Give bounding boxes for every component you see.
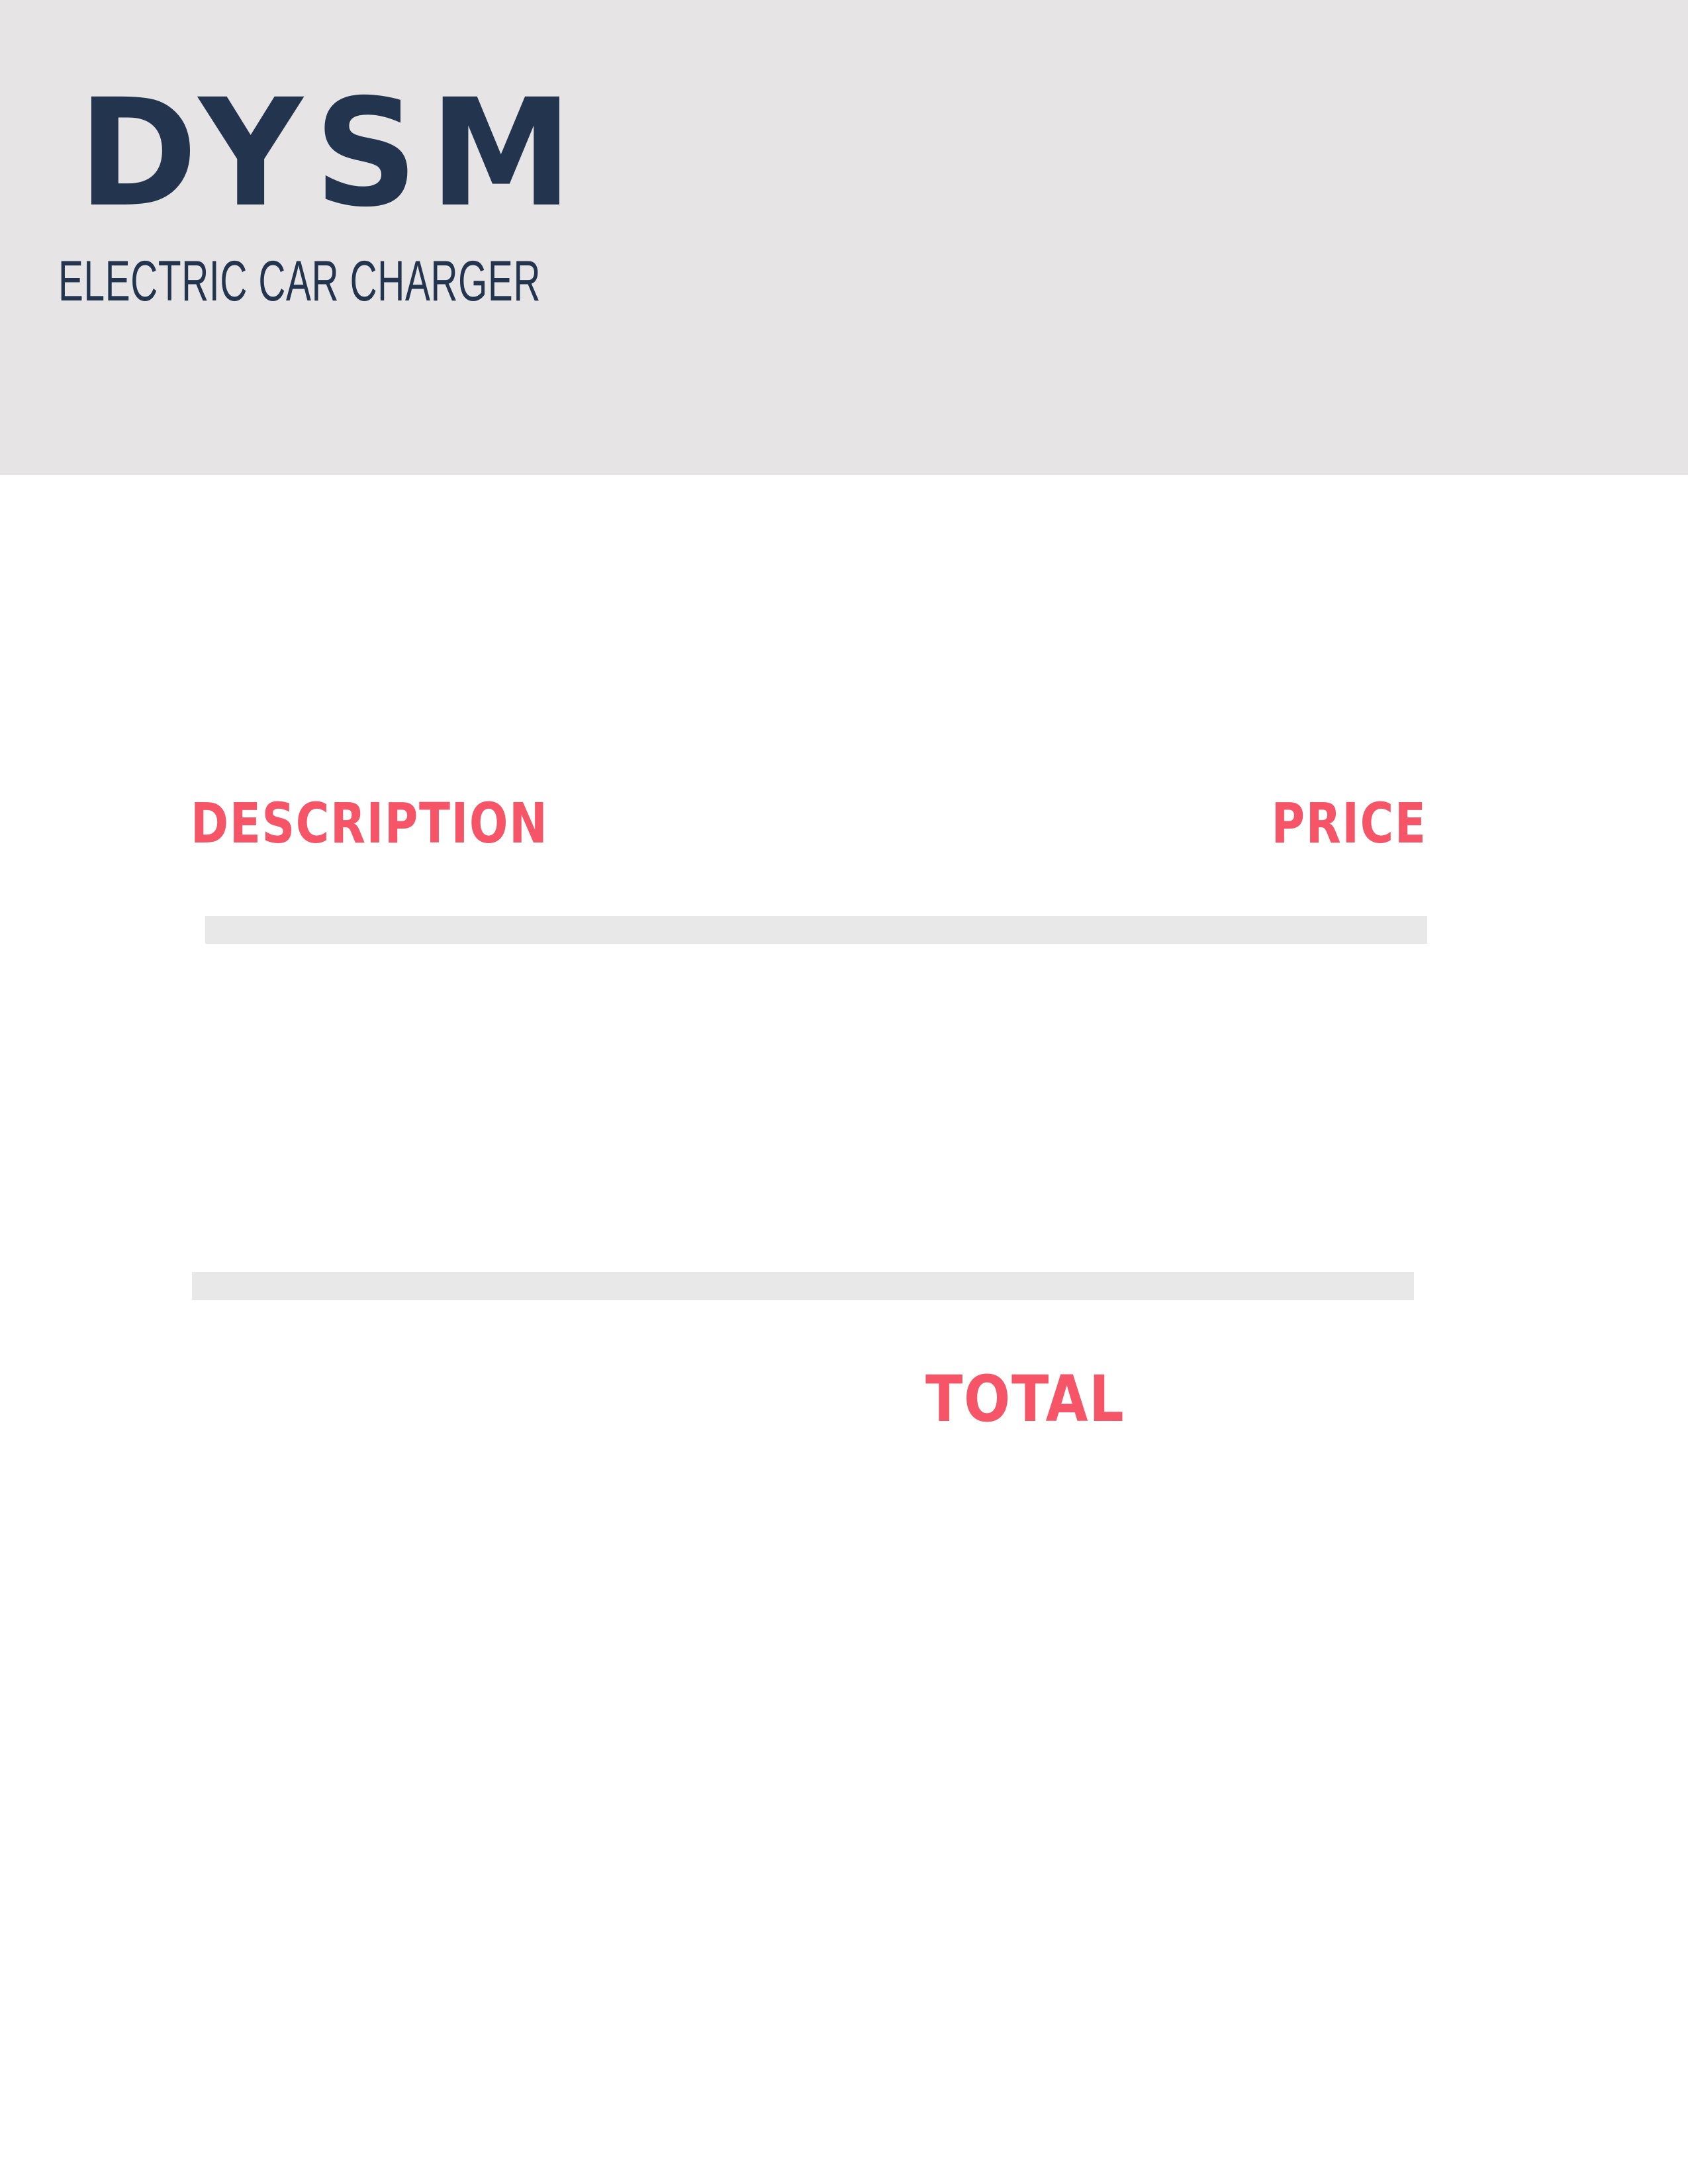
table-header-divider bbox=[205, 916, 1427, 944]
brand-tagline: ELECTRIC CAR CHARGER bbox=[58, 250, 541, 313]
brand-logo: DYSM bbox=[78, 67, 585, 240]
total-label: TOTAL bbox=[925, 1362, 1125, 1436]
table-footer-divider bbox=[192, 1272, 1414, 1300]
description-column-heading: DESCRIPTION bbox=[191, 791, 549, 856]
header-band: DYSM ELECTRIC CAR CHARGER bbox=[0, 0, 1688, 475]
price-column-heading: PRICE bbox=[1272, 791, 1427, 856]
